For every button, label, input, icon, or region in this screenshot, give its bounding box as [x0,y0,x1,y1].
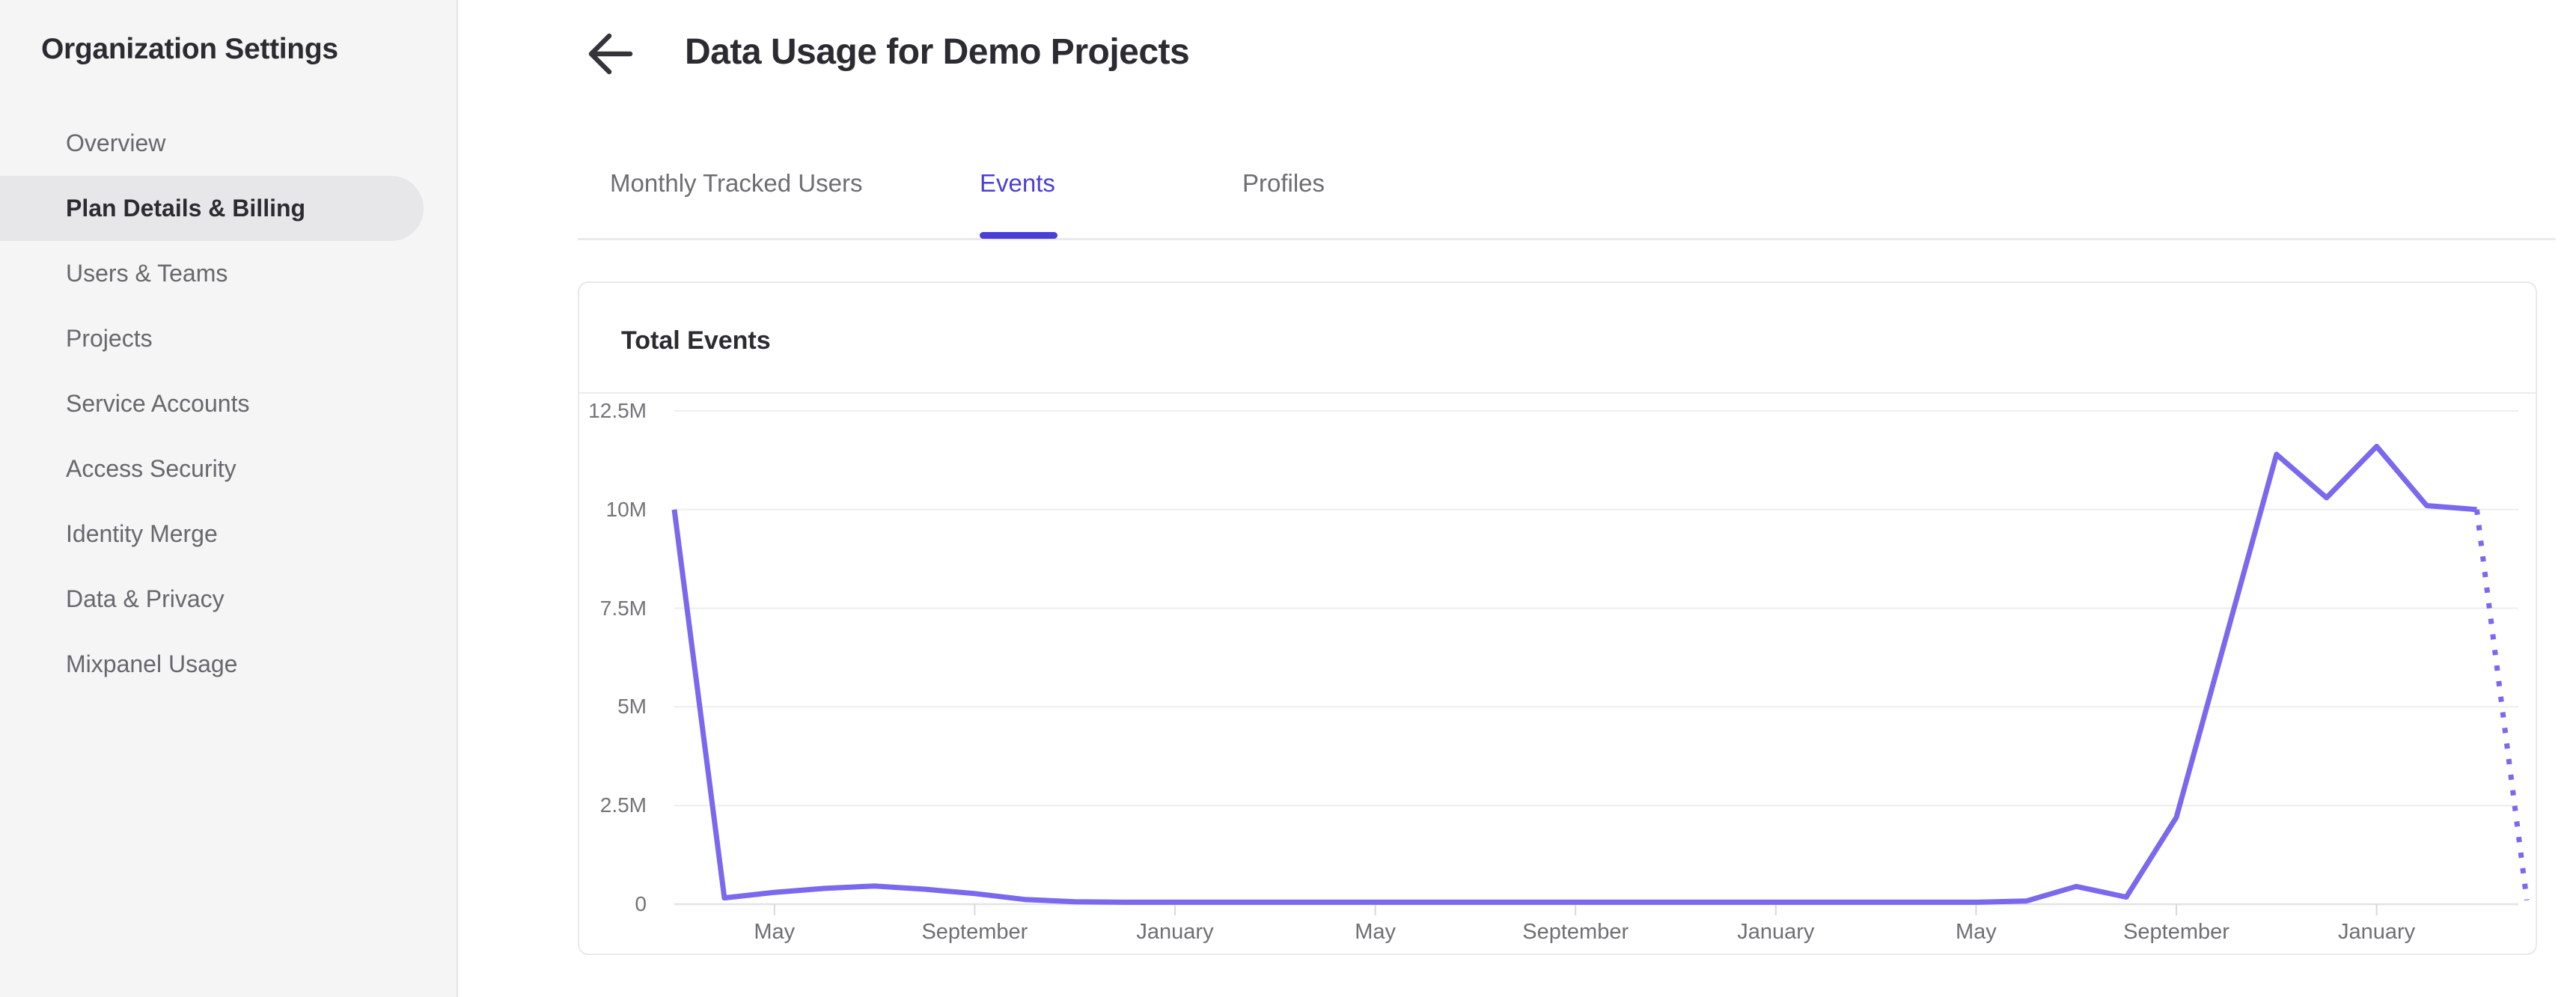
x-axis-label: January [1136,920,1214,944]
x-axis-label: January [2338,920,2416,944]
y-axis-label: 5M [617,695,647,719]
page-title: Data Usage for Demo Projects [685,32,1190,72]
sidebar-nav: Overview Plan Details & Billing Users & Te… [0,111,458,697]
active-tab-underline [980,232,1057,239]
y-axis-label: 10M [605,497,647,521]
tab-monthly-tracked-users[interactable]: Monthly Tracked Users [610,166,862,201]
sidebar-item-users-teams[interactable]: Users & Teams [0,241,458,306]
line-chart-plot [671,410,2530,915]
tab-bar: Monthly Tracked Users Events Profiles [578,150,2556,240]
sidebar-item-identity-merge[interactable]: Identity Merge [0,501,458,567]
y-axis-label: 7.5M [599,596,647,620]
sidebar-item-data-privacy[interactable]: Data & Privacy [0,567,458,632]
sidebar-item-access-security[interactable]: Access Security [0,436,458,501]
sidebar-item-mixpanel-usage[interactable]: Mixpanel Usage [0,632,458,697]
x-axis-label: January [1737,920,1815,944]
sidebar-title: Organization Settings [41,33,338,65]
x-axis-label: September [2123,920,2229,944]
back-button[interactable] [582,30,639,78]
sidebar-item-plan-details-billing[interactable]: Plan Details & Billing [0,176,424,241]
sidebar: Organization Settings Overview Plan Detai… [0,0,458,997]
projection-dotted-line [2473,509,2530,901]
y-axis-label: 12.5M [588,399,647,422]
back-arrow-icon [582,33,639,80]
total-events-line [671,443,2477,905]
total-events-card: Total Events 12.5M 10M 7.5M 5M 2.5M 0 May Septe… [578,281,2537,955]
tab-profiles[interactable]: Profiles [1242,166,1325,201]
y-axis-label: 0 [635,892,647,915]
tab-events[interactable]: Events [980,166,1055,201]
sidebar-item-projects[interactable]: Projects [0,306,458,371]
x-axis-label: May [1955,920,1997,944]
y-axis-label: 2.5M [599,793,647,817]
sidebar-item-overview[interactable]: Overview [0,111,458,176]
x-axis-label: May [754,920,796,944]
sidebar-item-service-accounts[interactable]: Service Accounts [0,371,458,436]
x-axis-label: May [1355,920,1396,944]
events-usage-chart: 12.5M 10M 7.5M 5M 2.5M 0 May September January Ma… [579,283,2536,954]
x-axis-label: September [921,920,1028,944]
x-axis-label: September [1522,920,1629,944]
